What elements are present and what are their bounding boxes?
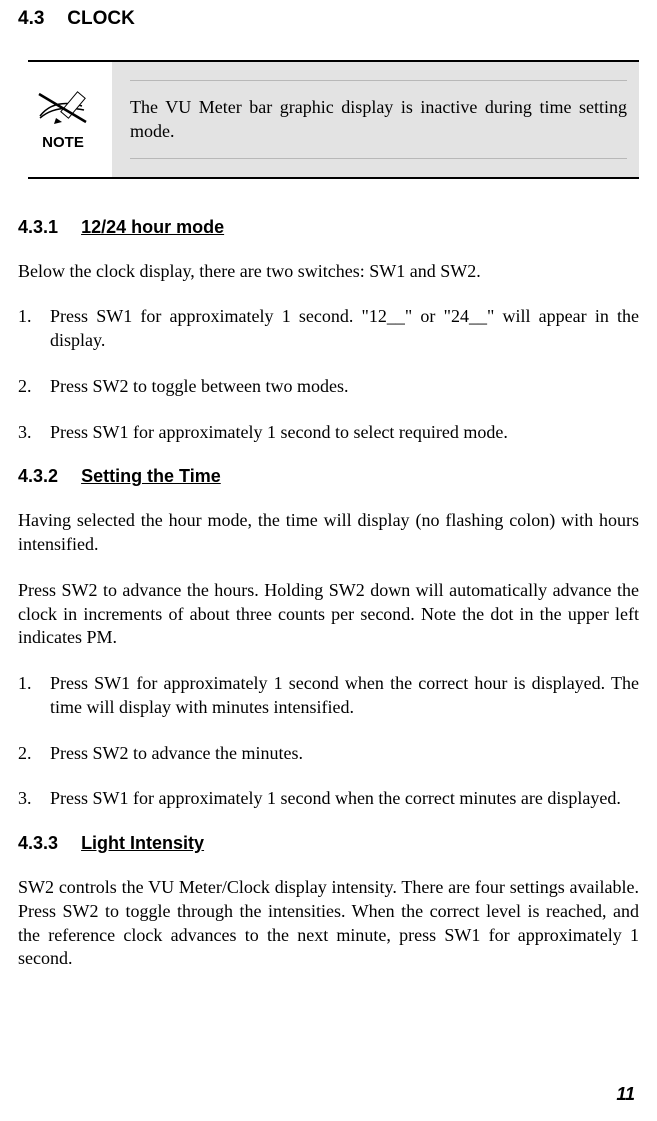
subsection-number: 4.3.2	[18, 466, 58, 487]
list-number: 3.	[18, 787, 50, 811]
list-content: Press SW2 to advance the minutes.	[50, 742, 639, 766]
note-content: The VU Meter bar graphic display is inac…	[112, 62, 639, 177]
list-number: 1.	[18, 672, 50, 720]
numbered-list-1: 1. Press SW1 for approximately 1 second.…	[18, 305, 639, 444]
paragraph: Press SW2 to advance the hours. Holding …	[18, 579, 639, 650]
list-content: Press SW1 for approximately 1 second whe…	[50, 787, 639, 811]
paragraph: Having selected the hour mode, the time …	[18, 509, 639, 557]
paragraph: SW2 controls the VU Meter/Clock display …	[18, 876, 639, 971]
list-number: 2.	[18, 742, 50, 766]
numbered-list-2: 1. Press SW1 for approximately 1 second …	[18, 672, 639, 811]
list-item: 2. Press SW2 to advance the minutes.	[18, 742, 639, 766]
pencil-note-icon	[34, 88, 92, 128]
note-box: NOTE The VU Meter bar graphic display is…	[28, 60, 639, 179]
subsection-title: Light Intensity	[81, 833, 204, 853]
list-number: 1.	[18, 305, 50, 353]
page-number: 11	[616, 1084, 635, 1105]
subsection-number: 4.3.3	[18, 833, 58, 854]
section-number: 4.3	[18, 8, 62, 30]
list-content: Press SW2 to toggle between two modes.	[50, 375, 639, 399]
note-text: The VU Meter bar graphic display is inac…	[130, 80, 627, 159]
list-content: Press SW1 for approximately 1 second whe…	[50, 672, 639, 720]
subsection-heading-3: 4.3.3 Light Intensity	[18, 833, 639, 854]
section-heading: 4.3 CLOCK	[18, 8, 639, 30]
list-item: 3. Press SW1 for approximately 1 second …	[18, 421, 639, 445]
subsection-title: 12/24 hour mode	[81, 217, 224, 237]
list-content: Press SW1 for approximately 1 second. "1…	[50, 305, 639, 353]
list-item: 1. Press SW1 for approximately 1 second …	[18, 672, 639, 720]
list-number: 3.	[18, 421, 50, 445]
section-title: CLOCK	[67, 8, 135, 29]
subsection-heading-1: 4.3.1 12/24 hour mode	[18, 217, 639, 238]
list-item: 2. Press SW2 to toggle between two modes…	[18, 375, 639, 399]
note-icon-container: NOTE	[28, 62, 112, 177]
list-item: 1. Press SW1 for approximately 1 second.…	[18, 305, 639, 353]
list-number: 2.	[18, 375, 50, 399]
subsection-number: 4.3.1	[18, 217, 58, 238]
subsection-heading-2: 4.3.2 Setting the Time	[18, 466, 639, 487]
paragraph: Below the clock display, there are two s…	[18, 260, 639, 284]
note-label: NOTE	[42, 134, 84, 151]
list-content: Press SW1 for approximately 1 second to …	[50, 421, 639, 445]
list-item: 3. Press SW1 for approximately 1 second …	[18, 787, 639, 811]
subsection-title: Setting the Time	[81, 466, 221, 486]
